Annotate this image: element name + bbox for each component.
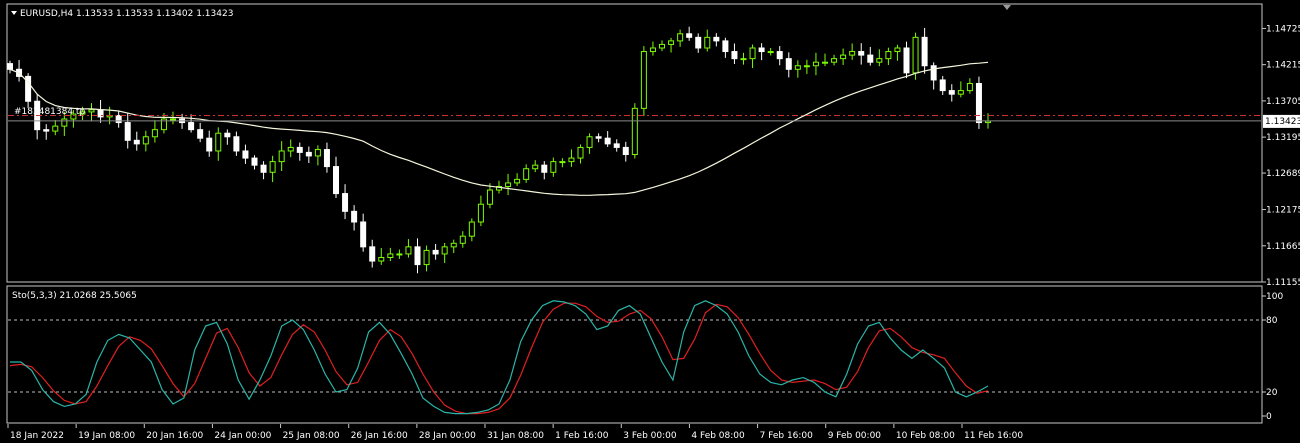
order-label[interactable]: #183481384 tp — [14, 107, 85, 117]
indicator-tick-label: 0 — [1266, 412, 1272, 422]
price-tick-label: 1.11665 — [1266, 242, 1300, 252]
price-tick-label: 1.12175 — [1266, 206, 1300, 216]
time-tick-label: 20 Jan 16:00 — [146, 431, 203, 441]
indicator-tick-label: 80 — [1266, 316, 1278, 326]
time-tick-label: 10 Feb 08:00 — [896, 431, 955, 441]
time-tick-label: 11 Feb 16:00 — [964, 431, 1023, 441]
candle — [640, 46, 647, 117]
time-tick-label: 26 Jan 16:00 — [351, 431, 408, 441]
main-chart-title: EURUSD,H4 1.13533 1.13533 1.13402 1.1342… — [20, 9, 233, 19]
time-tick-label: 18 Jan 2022 — [10, 431, 64, 441]
price-tick-label: 1.14725 — [1266, 24, 1300, 34]
time-tick-label: 31 Jan 08:00 — [487, 431, 544, 441]
current-price-value: 1.13423 — [1265, 117, 1300, 127]
price-tick-label: 1.12689 — [1266, 169, 1300, 179]
time-tick-label: 25 Jan 08:00 — [283, 431, 340, 441]
time-tick-label: 3 Feb 00:00 — [623, 431, 677, 441]
price-tick-label: 1.14215 — [1266, 61, 1300, 71]
price-tick-label: 1.11155 — [1266, 278, 1300, 288]
main-chart-header: EURUSD,H4 1.13533 1.13533 1.13402 1.1342… — [11, 9, 233, 19]
current-price-tag: 1.13423 — [1263, 114, 1300, 128]
time-tick-label: 1 Feb 16:00 — [555, 431, 609, 441]
candle — [631, 103, 638, 159]
indicator-title: Sto(5,3,3) 21.0268 25.5065 — [12, 291, 137, 301]
time-tick-label: 28 Jan 00:00 — [419, 431, 476, 441]
time-tick-label: 19 Jan 08:00 — [78, 431, 135, 441]
indicator-pane[interactable] — [6, 285, 1263, 424]
time-tick-label: 4 Feb 08:00 — [691, 431, 745, 441]
indicator-tick-label: 20 — [1266, 388, 1278, 398]
time-tick-label: 9 Feb 00:00 — [828, 431, 882, 441]
time-tick-label: 7 Feb 16:00 — [760, 431, 814, 441]
terminal-chart-window[interactable]: #183481384 tp EURUSD,H4 1.13533 1.13533 … — [0, 0, 1300, 443]
time-tick-label: 24 Jan 00:00 — [214, 431, 271, 441]
price-tick-label: 1.13195 — [1266, 133, 1300, 143]
indicator-tick-label: 100 — [1266, 292, 1283, 302]
price-tick-label: 1.13705 — [1266, 97, 1300, 107]
